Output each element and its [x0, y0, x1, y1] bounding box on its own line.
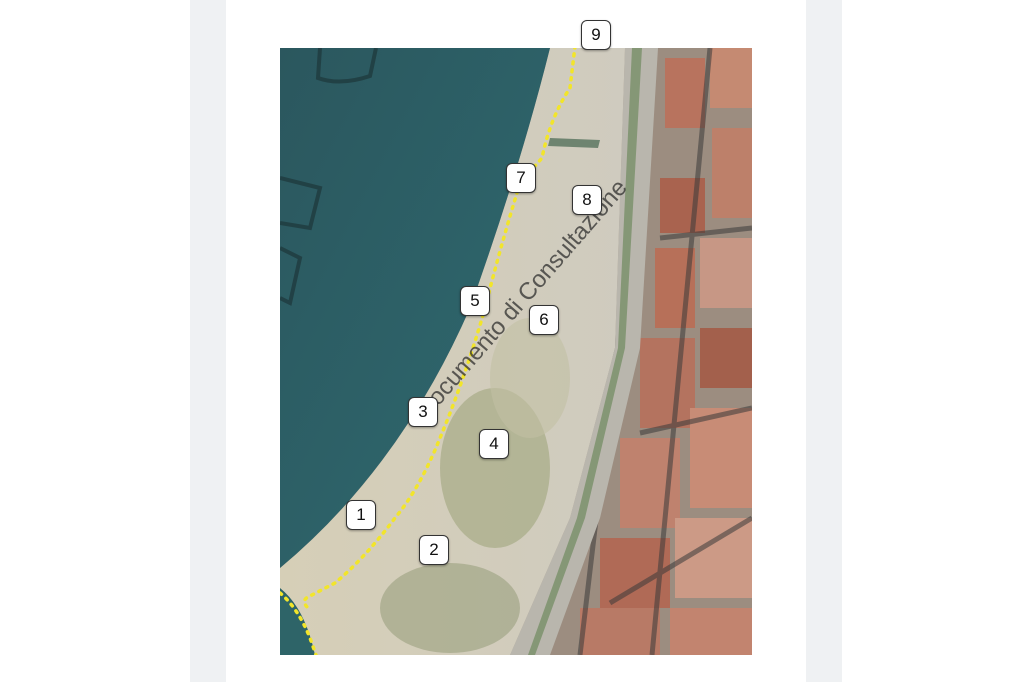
aerial-map[interactable] [280, 48, 752, 655]
map-marker-4[interactable]: 4 [479, 429, 509, 459]
map-marker-6[interactable]: 6 [529, 305, 559, 335]
viewer-right-gutter [806, 0, 842, 682]
viewer-left-gutter [190, 0, 226, 682]
aerial-map-image [280, 48, 752, 655]
map-marker-8[interactable]: 8 [572, 185, 602, 215]
map-marker-1[interactable]: 1 [346, 500, 376, 530]
dune-vegetation [380, 563, 520, 653]
map-marker-5[interactable]: 5 [460, 286, 490, 316]
map-marker-2[interactable]: 2 [419, 535, 449, 565]
map-marker-7[interactable]: 7 [506, 163, 536, 193]
map-marker-3[interactable]: 3 [408, 397, 438, 427]
dune-vegetation [490, 318, 570, 438]
map-marker-9[interactable]: 9 [581, 20, 611, 50]
